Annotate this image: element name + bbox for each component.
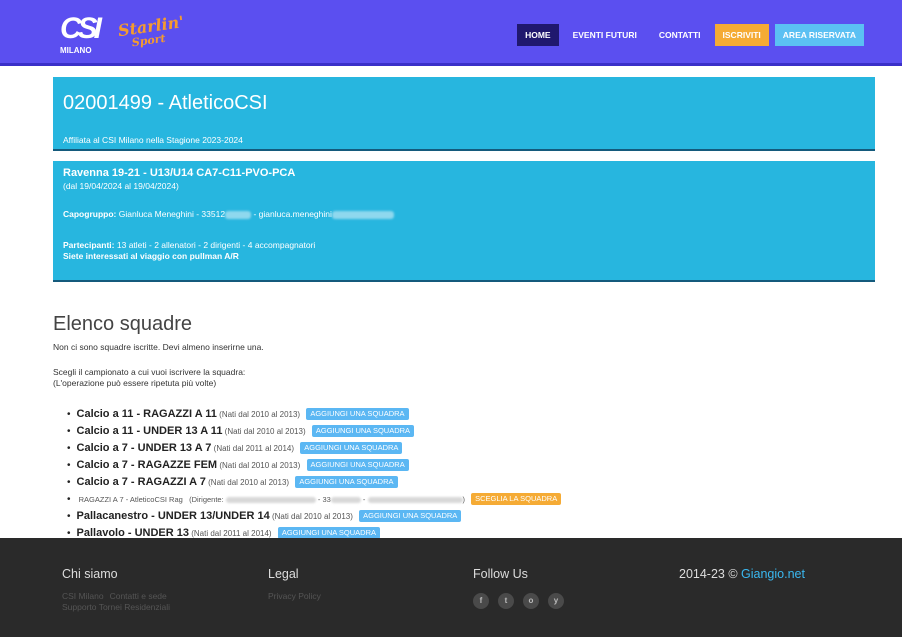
- starlin-sport-logo: Starlin' Sport: [117, 12, 185, 54]
- nav-home[interactable]: HOME: [517, 24, 559, 46]
- dirigente-label: (Dirigente:: [189, 495, 224, 504]
- existing-team-item: RAGAZZI A 7 - AtleticoCSI Rag (Dirigente…: [67, 491, 562, 508]
- list-item: Calcio a 7 - RAGAZZI A 7 (Nati dal 2010 …: [67, 474, 561, 491]
- add-team-button[interactable]: AGGIUNGI UNA SQUADRA: [300, 442, 403, 454]
- footer-heading-legal: Legal: [268, 567, 299, 581]
- championship-name: Calcio a 7 - UNDER 13 A 7: [76, 442, 212, 454]
- trip-info-box: Ravenna 19-21 - U13/U14 CA7-C11-PVO-PCA …: [53, 161, 875, 282]
- pullman-label: Siete interessati al viaggio con pullman…: [63, 251, 239, 261]
- list-item: Calcio a 11 - UNDER 13 A 11 (Nati dal 20…: [67, 423, 561, 440]
- championship-years: (Nati dal 2010 al 2013): [224, 427, 306, 436]
- section-title-squadre: Elenco squadre: [53, 313, 192, 335]
- footer-chi-siamo: Chi siamo CSI Milano Contatti e sede Supp…: [62, 567, 176, 613]
- choose-championship-text: Scegli il campionato a cui vuoi iscriver…: [53, 367, 246, 377]
- partecipanti-value: 13 atleti - 2 allenatori - 2 dirigenti -…: [116, 240, 316, 250]
- csi-logo-mark: CSI: [60, 12, 102, 45]
- footer-links-chi-siamo: CSI Milano Contatti e sede Supporto Torne…: [62, 591, 176, 613]
- affiliation-text: Affiliata al CSI Milano nella Stagione 2…: [63, 135, 243, 145]
- capogruppo-value: Gianluca Meneghini - 33512: [118, 209, 226, 219]
- social-icons: f t o y: [473, 593, 564, 609]
- list-item: Pallacanestro - UNDER 13/UNDER 14 (Nati …: [67, 508, 561, 525]
- page-title: 02001499 - AtleticoCSI: [63, 92, 268, 114]
- footer: Chi siamo CSI Milano Contatti e sede Supp…: [0, 538, 902, 637]
- capogruppo-line: Capogruppo: Gianluca Meneghini - 33512 -…: [63, 209, 865, 220]
- blurred-email: [367, 497, 463, 504]
- add-team-button[interactable]: AGGIUNGI UNA SQUADRA: [306, 408, 409, 420]
- championship-name: Calcio a 11 - UNDER 13 A 11: [76, 425, 223, 437]
- championship-name: Calcio a 7 - RAGAZZE FEM: [76, 459, 218, 471]
- footer-copyright: 2014-23 © Giangio.net: [679, 567, 805, 581]
- csi-logo-sub: MILANO: [60, 46, 92, 55]
- nav-area-riservata[interactable]: AREA RISERVATA: [774, 24, 864, 46]
- championship-years: (Nati dal 2010 al 2013): [271, 512, 353, 521]
- add-team-button[interactable]: AGGIUNGI UNA SQUADRA: [295, 476, 398, 488]
- no-teams-text: Non ci sono squadre iscritte. Devi almen…: [53, 342, 264, 352]
- blurred-email: [331, 210, 394, 219]
- add-team-button[interactable]: AGGIUNGI UNA SQUADRA: [359, 510, 462, 522]
- existing-team-name: RAGAZZI A 7 - AtleticoCSI Rag: [78, 495, 183, 504]
- copyright-prefix: 2014-23 ©: [679, 567, 742, 581]
- footer-legal: Legal Privacy Policy: [268, 567, 321, 602]
- twitter-icon[interactable]: t: [498, 593, 514, 609]
- pullman-text: Siete interessati al viaggio con pullman…: [63, 251, 865, 262]
- list-item: Calcio a 7 - UNDER 13 A 7 (Nati dal 2011…: [67, 440, 561, 457]
- nav-contatti[interactable]: CONTATTI: [651, 24, 709, 46]
- championship-name: Pallacanestro - UNDER 13/UNDER 14: [76, 510, 270, 522]
- footer-link-supporto[interactable]: Supporto Tornei Residenziali: [62, 602, 170, 612]
- footer-link-privacy[interactable]: Privacy Policy: [268, 591, 321, 602]
- footer-link-contatti[interactable]: Contatti e sede: [110, 591, 167, 601]
- dirigente-close: ): [462, 495, 466, 504]
- youtube-icon[interactable]: y: [548, 593, 564, 609]
- championship-years: (Nati dal 2010 al 2013): [208, 478, 290, 487]
- nav-eventi-futuri[interactable]: EVENTI FUTURI: [565, 24, 645, 46]
- repeatable-note: (L'operazione può essere ripetuta più vo…: [53, 378, 217, 388]
- partecipanti-label: Partecipanti:: [63, 240, 115, 250]
- list-item: Calcio a 11 - RAGAZZI A 11 (Nati dal 201…: [67, 406, 561, 423]
- championship-years: (Nati dal 2011 al 2014): [213, 444, 295, 453]
- nav-iscriviti[interactable]: ISCRIVITI: [714, 24, 769, 46]
- blurred-dirigente: [225, 497, 316, 504]
- footer-heading-follow: Follow Us: [473, 567, 528, 581]
- instagram-icon[interactable]: o: [523, 593, 539, 609]
- championship-years: (Nati dal 2010 al 2013): [219, 461, 301, 470]
- csi-logo[interactable]: CSI MILANO: [60, 14, 104, 58]
- footer-link-csi-milano[interactable]: CSI Milano: [62, 591, 104, 601]
- navbar: CSI MILANO Starlin' Sport HOME EVENTI FU…: [0, 0, 902, 66]
- facebook-icon[interactable]: f: [473, 593, 489, 609]
- championship-name: Calcio a 11 - RAGAZZI A 11: [76, 408, 217, 420]
- capogruppo-label: Capogruppo:: [63, 209, 117, 219]
- add-team-button[interactable]: AGGIUNGI UNA SQUADRA: [311, 425, 415, 437]
- partecipanti-line: Partecipanti: 13 atleti - 2 allenatori -…: [63, 240, 865, 251]
- list-item: Calcio a 7 - RAGAZZE FEM (Nati dal 2010 …: [67, 457, 561, 474]
- trip-title: Ravenna 19-21 - U13/U14 CA7-C11-PVO-PCA: [63, 167, 296, 179]
- society-header: 02001499 - AtleticoCSI Affiliata al CSI …: [53, 77, 875, 151]
- capogruppo-email: - gianluca.meneghini: [253, 209, 332, 219]
- championship-name: Calcio a 7 - RAGAZZI A 7: [76, 476, 206, 488]
- footer-follow: Follow Us f t o y: [473, 567, 564, 609]
- main-nav: HOME EVENTI FUTURI CONTATTI ISCRIVITI AR…: [517, 24, 864, 46]
- giangio-link[interactable]: Giangio.net: [741, 567, 805, 581]
- dirigente-phone: - 33: [317, 495, 331, 504]
- choose-team-button[interactable]: SCEGLIA LA SQUADRA: [471, 493, 562, 505]
- championship-list: Calcio a 11 - RAGAZZI A 11 (Nati dal 201…: [67, 406, 562, 542]
- championship-years: (Nati dal 2010 al 2013): [219, 410, 301, 419]
- copyright-text: 2014-23 © Giangio.net: [679, 567, 805, 581]
- trip-dates: (dal 19/04/2024 al 19/04/2024): [63, 181, 179, 191]
- blurred-phone: [225, 210, 252, 219]
- footer-heading-chi-siamo: Chi siamo: [62, 567, 118, 581]
- add-team-button[interactable]: AGGIUNGI UNA SQUADRA: [306, 459, 409, 471]
- championship-years: (Nati dal 2011 al 2014): [191, 529, 272, 538]
- blurred-phone: [330, 497, 361, 504]
